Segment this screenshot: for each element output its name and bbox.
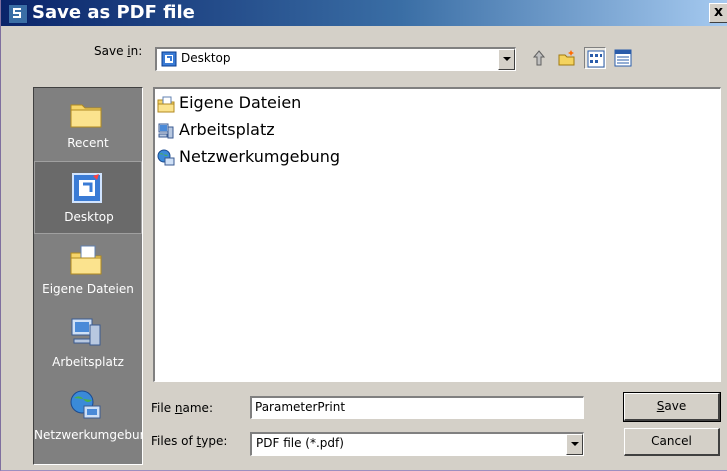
save-in-label: Save in: [94, 44, 143, 58]
app-icon [8, 4, 28, 24]
file-list[interactable]: Eigene Dateien Arbeitsplatz Netzwerkumge… [153, 87, 721, 382]
close-button[interactable]: x [709, 3, 727, 23]
file-name-input[interactable]: ParameterPrint [250, 396, 584, 419]
my-documents-icon [68, 242, 104, 278]
file-type-label: Files of type: [151, 434, 228, 448]
create-new-folder-icon [558, 50, 575, 66]
list-view-button[interactable] [584, 47, 606, 69]
details-view-icon [614, 49, 632, 67]
up-one-level-button[interactable] [528, 47, 550, 69]
save-in-value: Desktop [181, 51, 231, 65]
place-arbeitsplatz[interactable]: Arbeitsplatz [34, 307, 142, 380]
place-netzwerkumgebung[interactable]: Netzwerkumgebung [34, 380, 142, 453]
folder-icon [68, 96, 104, 132]
details-view-button[interactable] [612, 47, 634, 69]
file-type-dropdown[interactable]: PDF file (*.pdf) [250, 432, 584, 456]
network-icon [68, 388, 104, 424]
save-in-dropdown[interactable]: Desktop [155, 47, 516, 71]
cancel-button[interactable]: Cancel [624, 428, 720, 456]
my-documents-icon [157, 95, 175, 113]
file-name-value: ParameterPrint [255, 400, 346, 414]
place-eigene-dateien[interactable]: Eigene Dateien [34, 234, 142, 307]
up-one-level-icon [532, 50, 546, 66]
title-bar[interactable]: Save as PDF file x [1, 0, 727, 26]
file-type-value: PDF file (*.pdf) [256, 436, 344, 450]
places-bar: Recent Desktop Eigene Dateien Arbeitspla… [33, 87, 143, 465]
list-view-icon [587, 50, 605, 68]
save-button[interactable]: Save [623, 392, 721, 422]
place-desktop[interactable]: Desktop [34, 161, 142, 234]
network-icon [157, 149, 175, 167]
my-computer-icon [157, 122, 175, 140]
save-pdf-dialog: Save as PDF file x Save in: Desktop Rece… [0, 0, 727, 471]
create-new-folder-button[interactable] [556, 47, 578, 69]
desktop-icon [161, 51, 177, 67]
file-name-label: File name: [151, 401, 213, 415]
desktop-icon [69, 170, 105, 206]
my-computer-icon [68, 315, 104, 351]
window-title: Save as PDF file [32, 2, 195, 23]
file-type-dropdown-button[interactable] [566, 434, 583, 455]
save-in-dropdown-button[interactable] [498, 49, 515, 70]
place-recent[interactable]: Recent [34, 88, 142, 161]
